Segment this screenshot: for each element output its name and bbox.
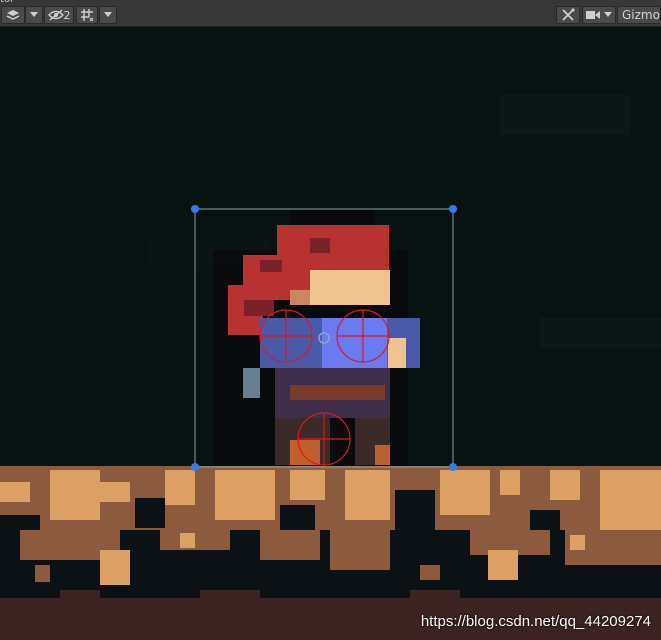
camera-settings-button[interactable] <box>582 6 616 24</box>
scene-view[interactable]: https://blog.csdn.net/qq_44209274 <box>0 28 661 640</box>
right-check-crosshair <box>336 309 390 363</box>
gizmos-label: Gizmos <box>622 8 660 22</box>
handle-bottom-left[interactable] <box>191 463 199 471</box>
layers-button[interactable] <box>1 6 25 24</box>
scene-toolbar: tor 2 <box>0 0 661 27</box>
gizmos-button[interactable]: Gizmos <box>617 6 661 24</box>
watermark-text: https://blog.csdn.net/qq_44209274 <box>420 613 651 630</box>
handle-top-left[interactable] <box>191 205 199 213</box>
camera-icon <box>586 11 600 19</box>
tools-icon <box>562 8 575 21</box>
grid-snap-button[interactable] <box>76 6 98 24</box>
hidden-count: 2 <box>63 8 71 22</box>
tools-button[interactable] <box>556 6 580 24</box>
chevron-down-icon <box>104 12 112 17</box>
layers-icon <box>6 10 20 20</box>
scene-canvas <box>0 95 661 640</box>
grid-snap-icon <box>81 9 94 22</box>
handle-top-right[interactable] <box>449 205 457 213</box>
grid-dropdown[interactable] <box>99 6 117 24</box>
chevron-down-icon <box>604 12 612 17</box>
ground-check-crosshair <box>297 412 351 466</box>
window-title-fragment: tor <box>0 0 14 5</box>
scene-visibility-toggle[interactable]: 2 <box>44 6 74 24</box>
layers-dropdown[interactable] <box>25 6 43 24</box>
left-check-crosshair <box>259 309 313 363</box>
chevron-down-icon <box>30 12 38 17</box>
hidden-eye-icon <box>47 9 64 21</box>
handle-bottom-right[interactable] <box>449 463 457 471</box>
